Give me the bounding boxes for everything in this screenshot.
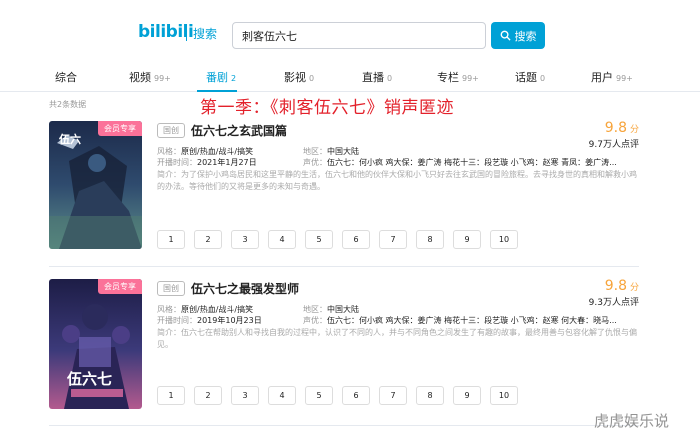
episode-button[interactable]: 5 [305,230,333,249]
tab-all[interactable]: 综合 [55,69,77,85]
type-tag: 国创 [157,123,185,138]
item-divider [49,266,639,267]
item-title[interactable]: 伍六七之最强发型师 [191,280,299,297]
cover-art: 伍六七 [49,279,142,409]
episode-button[interactable]: 6 [342,230,370,249]
svg-text:伍六七: 伍六七 [66,370,112,388]
vip-badge: 会员专享 [98,121,142,136]
logo-search-label: 搜索 [193,27,218,41]
search-input-box[interactable] [232,22,486,49]
episode-button[interactable]: 1 [157,386,185,405]
cover-image[interactable]: 伍六七 会员专享 [49,279,142,409]
tab-count: 2 [231,74,237,83]
tab-live[interactable]: 直播 0 [362,69,392,85]
watermark-text: 虎虎娱乐说 [594,412,670,430]
review-count: 9.3万人点评 [588,298,639,308]
episode-button[interactable]: 9 [453,230,481,249]
tab-article[interactable]: 专栏 99+ [437,69,479,85]
meta-date: 开播时间：2019年10月23日 [157,316,262,325]
episode-list: 1 2 3 4 5 6 7 8 9 10 [157,230,518,249]
cover-image[interactable]: 伍六 会员专享 [49,121,142,249]
episode-button[interactable]: 8 [416,386,444,405]
episode-button[interactable]: 7 [379,230,407,249]
episode-list: 1 2 3 4 5 6 7 8 9 10 [157,386,518,405]
episode-button[interactable]: 10 [490,230,518,249]
item-description: 简介：伍六七在帮助别人和寻找自我的过程中，认识了不同的人，并与不同角色之间发生了… [157,328,637,349]
episode-button[interactable]: 10 [490,386,518,405]
overlay-caption: 第一季：《刺客伍六七》销声匿迹 [200,98,454,118]
score: 9.8 分 [604,120,639,136]
tab-count: 99+ [616,74,633,83]
episode-button[interactable]: 2 [194,386,222,405]
search-button-label: 搜索 [514,29,537,43]
search-button[interactable]: 搜索 [491,22,545,49]
tab-video[interactable]: 视频 99+ [129,69,171,85]
search-icon [500,30,511,41]
tab-bangumi[interactable]: 番剧 2 [206,69,236,85]
category-tabs: 综合 视频 99+ 番剧 2 影视 0 直播 0 专栏 99+ 话题 0 用户 99+ [0,62,700,92]
search-header: bilibili 搜索 搜索 [0,0,700,62]
episode-button[interactable]: 7 [379,386,407,405]
meta-style: 风格：原创/热血/战斗/搞笑 [157,147,254,156]
type-tag: 国创 [157,281,185,296]
bangumi-result-item: 伍六七 会员专享 国创 伍六七之最强发型师 9.8 分 9.3万人点评 风格：原创… [49,278,639,409]
episode-button[interactable]: 8 [416,230,444,249]
bangumi-result-item: 伍六 会员专享 国创 伍六七之玄武国篇 9.8 分 9.7万人点评 风格：原创/热… [49,120,639,249]
meta-region: 地区：中国大陆 [303,305,359,314]
episode-button[interactable]: 3 [231,230,259,249]
episode-button[interactable]: 4 [268,386,296,405]
episode-button[interactable]: 1 [157,230,185,249]
tab-count: 0 [387,74,393,83]
meta-date: 开播时间：2021年1月27日 [157,158,257,167]
meta-cast: 声优：伍六七：何小疯 鸡大保：姜广涛 梅花十三：段艺璇 小飞鸡：赵寒 何大春：晓… [303,316,617,325]
search-input[interactable] [233,23,485,48]
episode-button[interactable]: 5 [305,386,333,405]
tab-count: 99+ [154,74,171,83]
meta-cast: 声优：伍六七：何小疯 鸡大保：姜广涛 梅花十三：段艺璇 小飞鸡：赵寒 青凤：姜广… [303,158,617,167]
item-divider [49,425,639,426]
episode-button[interactable]: 2 [194,230,222,249]
logo-divider [186,25,187,41]
item-description: 简介：为了保护小鸡岛居民和这里平静的生活，伍六七和他的伙伴大保和小飞只好去往玄武… [157,170,637,191]
episode-button[interactable]: 9 [453,386,481,405]
score: 9.8 分 [604,278,639,294]
active-tab-indicator [197,90,237,92]
meta-style: 风格：原创/热血/战斗/搞笑 [157,305,254,314]
tab-count: 0 [540,74,546,83]
vip-badge: 会员专享 [98,279,142,294]
svg-text:伍六: 伍六 [58,132,81,146]
meta-region: 地区：中国大陆 [303,147,359,156]
cover-art: 伍六 [49,121,142,249]
tab-film[interactable]: 影视 0 [284,69,314,85]
tab-count: 0 [309,74,315,83]
tab-topic[interactable]: 话题 0 [515,69,545,85]
episode-button[interactable]: 4 [268,230,296,249]
tab-user[interactable]: 用户 99+ [591,69,633,85]
tab-count: 99+ [462,74,479,83]
review-count: 9.7万人点评 [588,140,639,150]
item-title[interactable]: 伍六七之玄武国篇 [191,122,287,139]
result-count: 共2条数据 [49,100,87,109]
episode-button[interactable]: 6 [342,386,370,405]
episode-button[interactable]: 3 [231,386,259,405]
